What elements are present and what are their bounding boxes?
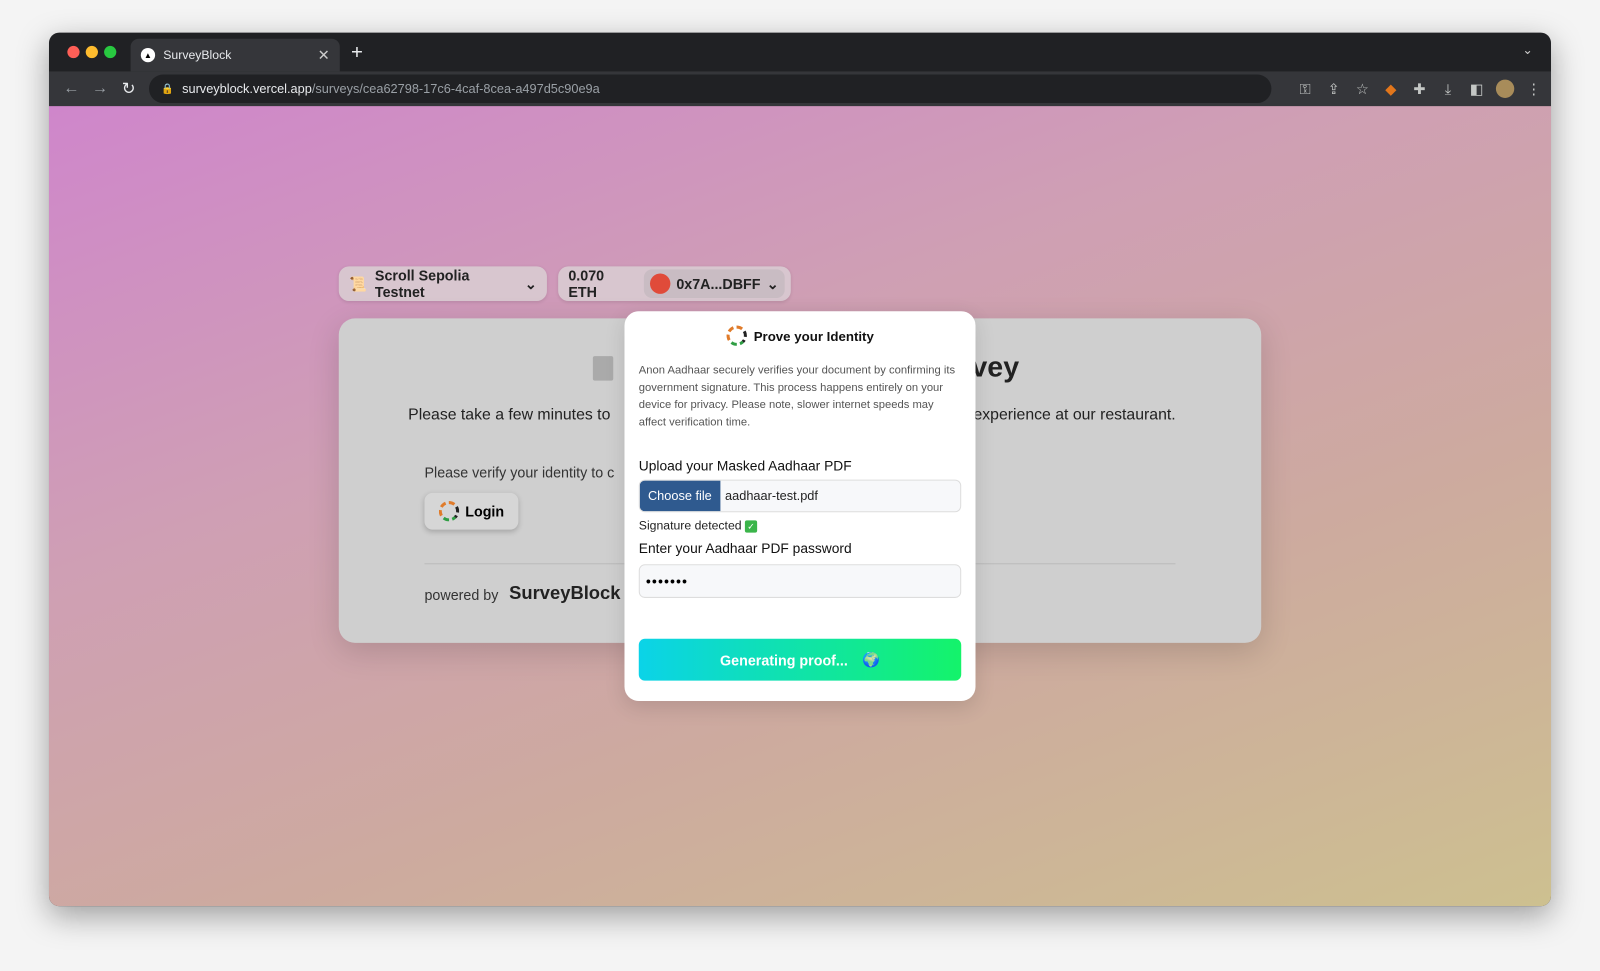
account-avatar-icon (649, 273, 671, 294)
account-selector[interactable]: 0.070 ETH 0x7A...DBFF ⌄ (558, 266, 791, 302)
file-input[interactable]: Choose file aadhaar-test.pdf (638, 479, 962, 513)
document-icon (592, 356, 614, 381)
download-icon[interactable]: ⤓ (1439, 80, 1457, 97)
new-tab-button[interactable]: + (351, 42, 363, 65)
menu-icon[interactable]: ⋮ (1524, 80, 1542, 97)
share-icon[interactable]: ⇪ (1324, 80, 1342, 97)
extensions-icon[interactable]: ✚ (1410, 80, 1428, 97)
browser-window: ▲ SurveyBlock ✕ + ⌄ ← → ↻ 🔒 surveyblock.ver… (48, 32, 1552, 907)
star-icon[interactable]: ☆ (1353, 80, 1371, 97)
browser-tab[interactable]: ▲ SurveyBlock ✕ (130, 38, 340, 72)
close-window-button[interactable] (67, 45, 80, 59)
key-icon[interactable]: ⚿ (1296, 80, 1314, 97)
minimize-window-button[interactable] (85, 45, 98, 59)
prove-identity-modal: Prove your Identity Anon Aadhaar securel… (624, 311, 976, 702)
network-selector[interactable]: 📜 Scroll Sepolia Testnet ⌄ (338, 266, 547, 302)
chevron-down-icon: ⌄ (766, 274, 779, 292)
tab-search-icon[interactable]: ⌄ (1522, 43, 1532, 57)
choose-file-button[interactable]: Choose file (639, 480, 720, 512)
close-tab-icon[interactable]: ✕ (318, 46, 330, 63)
avatar[interactable] (1495, 79, 1515, 98)
lock-icon: 🔒 (161, 83, 174, 95)
address-bar[interactable]: 🔒 surveyblock.vercel.app/surveys/cea62798… (148, 74, 1272, 104)
globe-spinner-icon: 🌍 (862, 651, 880, 668)
metamask-icon[interactable]: ◆ (1382, 80, 1400, 97)
reload-icon[interactable]: ↻ (114, 79, 143, 99)
generate-proof-button[interactable]: Generating proof... 🌍 (638, 638, 962, 681)
brand-logo: SurveyBlock (509, 582, 621, 604)
back-icon[interactable]: ← (57, 80, 86, 98)
survey-title: vey (971, 351, 1020, 383)
chevron-down-icon: ⌄ (524, 274, 537, 292)
vercel-icon: ▲ (140, 47, 156, 63)
scroll-icon: 📜 (348, 274, 367, 292)
forward-icon[interactable]: → (86, 80, 115, 98)
check-icon: ✓ (744, 520, 758, 533)
modal-title: Prove your Identity (753, 328, 874, 344)
maximize-window-button[interactable] (104, 45, 117, 59)
password-input[interactable]: ••••••• (638, 564, 962, 598)
anon-aadhaar-icon (726, 325, 747, 346)
anon-aadhaar-icon (438, 501, 460, 522)
sidebar-icon[interactable]: ◧ (1467, 80, 1485, 97)
login-button[interactable]: Login (424, 492, 519, 530)
